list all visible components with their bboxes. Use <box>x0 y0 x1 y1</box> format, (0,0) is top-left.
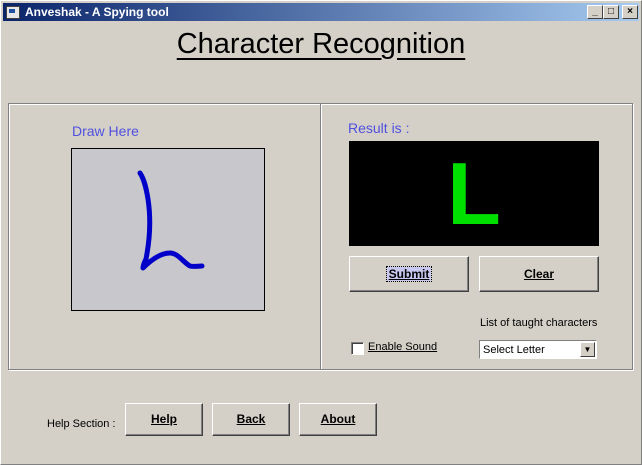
enable-sound-label[interactable]: Enable Sound <box>368 341 437 353</box>
about-button[interactable]: About <box>299 403 377 436</box>
submit-button[interactable]: Submit <box>349 256 469 292</box>
submit-label: Submit <box>385 266 433 282</box>
clear-button[interactable]: Clear <box>479 256 599 292</box>
letter-select[interactable]: Select Letter ▼ <box>479 340 597 359</box>
title-bar[interactable]: Anveshak - A Spying tool _ □ × <box>3 3 639 21</box>
draw-label: Draw Here <box>72 123 139 139</box>
back-button[interactable]: Back <box>212 403 290 436</box>
help-button[interactable]: Help <box>125 403 203 436</box>
help-section-label: Help Section : <box>47 418 116 430</box>
select-value: Select Letter <box>483 344 545 356</box>
maximize-button[interactable]: □ <box>603 5 619 19</box>
page-title: Character Recognition <box>176 28 466 60</box>
chevron-down-icon[interactable]: ▼ <box>580 342 595 357</box>
close-button[interactable]: × <box>622 5 638 19</box>
app-icon[interactable] <box>6 6 20 19</box>
drawn-stroke <box>137 170 205 271</box>
drawing-canvas[interactable] <box>71 148 265 311</box>
enable-sound-checkbox[interactable] <box>351 342 364 355</box>
taught-characters-label: List of taught characters <box>480 317 598 329</box>
recognized-character: L <box>447 144 501 243</box>
result-label: Result is : <box>348 120 410 136</box>
minimize-button[interactable]: _ <box>587 5 603 19</box>
window-title: Anveshak - A Spying tool <box>25 5 169 19</box>
result-display: L <box>349 141 599 246</box>
